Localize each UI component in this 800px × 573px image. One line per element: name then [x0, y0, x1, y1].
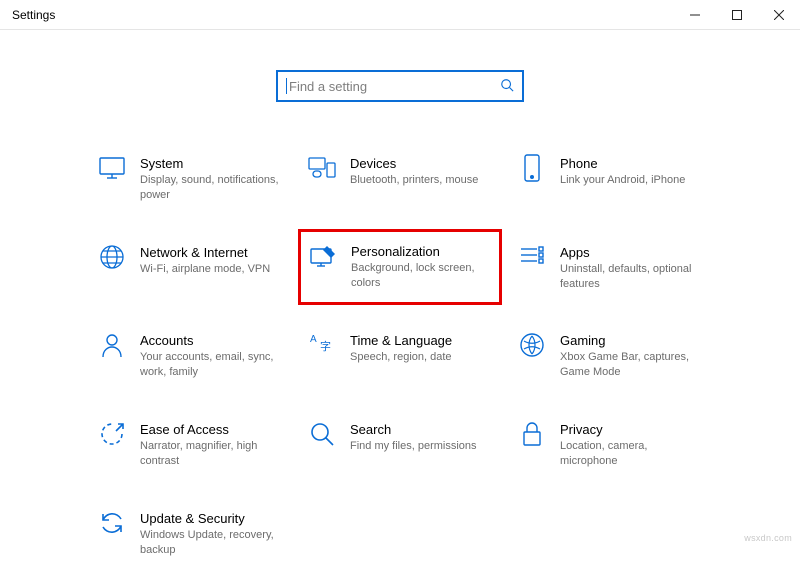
close-button[interactable] — [758, 0, 800, 29]
tile-title: Personalization — [351, 244, 491, 259]
tile-desc: Background, lock screen, colors — [351, 261, 491, 291]
footer-credit: wsxdn.com — [744, 533, 792, 543]
tile-network[interactable]: Network & Internet Wi-Fi, airplane mode,… — [90, 237, 290, 298]
tile-search[interactable]: Search Find my files, permissions — [300, 414, 500, 475]
tile-text: System Display, sound, notifications, po… — [140, 154, 282, 203]
tile-text: Privacy Location, camera, microphone — [560, 420, 702, 469]
search-category-icon — [308, 420, 336, 448]
tile-time-language[interactable]: A字 Time & Language Speech, region, date — [300, 325, 500, 386]
tile-title: Update & Security — [140, 511, 282, 526]
search-box[interactable] — [276, 70, 524, 102]
tile-title: System — [140, 156, 282, 171]
tile-desc: Windows Update, recovery, backup — [140, 528, 282, 558]
close-icon — [774, 10, 784, 20]
tile-title: Privacy — [560, 422, 702, 437]
minimize-icon — [690, 10, 700, 20]
privacy-icon — [518, 420, 546, 448]
titlebar: Settings — [0, 0, 800, 30]
tile-title: Devices — [350, 156, 492, 171]
tile-desc: Your accounts, email, sync, work, family — [140, 350, 282, 380]
ease-of-access-icon — [98, 420, 126, 448]
globe-icon — [98, 243, 126, 271]
system-icon — [98, 154, 126, 182]
maximize-icon — [732, 10, 742, 20]
tile-desc: Narrator, magnifier, high contrast — [140, 439, 282, 469]
tile-text: Network & Internet Wi-Fi, airplane mode,… — [140, 243, 282, 277]
tile-text: Personalization Background, lock screen,… — [351, 242, 491, 291]
minimize-button[interactable] — [674, 0, 716, 29]
tile-text: Search Find my files, permissions — [350, 420, 492, 454]
apps-icon — [518, 243, 546, 271]
tile-desc: Speech, region, date — [350, 350, 492, 365]
svg-text:A: A — [310, 334, 317, 345]
phone-icon — [518, 154, 546, 182]
devices-icon — [308, 154, 336, 182]
gaming-icon — [518, 331, 546, 359]
tile-desc: Find my files, permissions — [350, 439, 492, 454]
tile-text: Ease of Access Narrator, magnifier, high… — [140, 420, 282, 469]
tile-title: Phone — [560, 156, 702, 171]
tile-privacy[interactable]: Privacy Location, camera, microphone — [510, 414, 710, 475]
tile-text: Time & Language Speech, region, date — [350, 331, 492, 365]
tile-title: Ease of Access — [140, 422, 282, 437]
update-security-icon — [98, 509, 126, 537]
tile-phone[interactable]: Phone Link your Android, iPhone — [510, 148, 710, 209]
time-language-icon: A字 — [308, 331, 336, 359]
maximize-button[interactable] — [716, 0, 758, 29]
tile-title: Gaming — [560, 333, 702, 348]
tile-text: Devices Bluetooth, printers, mouse — [350, 154, 492, 188]
tile-personalization[interactable]: Personalization Background, lock screen,… — [298, 229, 502, 306]
tile-update-security[interactable]: Update & Security Windows Update, recove… — [90, 503, 290, 564]
tile-desc: Wi-Fi, airplane mode, VPN — [140, 262, 282, 277]
tile-title: Time & Language — [350, 333, 492, 348]
tile-gaming[interactable]: Gaming Xbox Game Bar, captures, Game Mod… — [510, 325, 710, 386]
tile-title: Accounts — [140, 333, 282, 348]
tile-desc: Link your Android, iPhone — [560, 173, 702, 188]
tile-title: Apps — [560, 245, 702, 260]
tile-desc: Display, sound, notifications, power — [140, 173, 282, 203]
window-title: Settings — [12, 8, 55, 22]
tile-ease-of-access[interactable]: Ease of Access Narrator, magnifier, high… — [90, 414, 290, 475]
content-area: System Display, sound, notifications, po… — [0, 30, 800, 573]
svg-text:字: 字 — [320, 339, 331, 353]
tile-title: Network & Internet — [140, 245, 282, 260]
tile-desc: Location, camera, microphone — [560, 439, 702, 469]
tile-devices[interactable]: Devices Bluetooth, printers, mouse — [300, 148, 500, 209]
accounts-icon — [98, 331, 126, 359]
tile-text: Phone Link your Android, iPhone — [560, 154, 702, 188]
search-icon — [500, 78, 514, 95]
tile-desc: Bluetooth, printers, mouse — [350, 173, 492, 188]
settings-grid: System Display, sound, notifications, po… — [60, 148, 740, 563]
tile-title: Search — [350, 422, 492, 437]
tile-system[interactable]: System Display, sound, notifications, po… — [90, 148, 290, 209]
tile-text: Update & Security Windows Update, recove… — [140, 509, 282, 558]
tile-text: Gaming Xbox Game Bar, captures, Game Mod… — [560, 331, 702, 380]
tile-text: Accounts Your accounts, email, sync, wor… — [140, 331, 282, 380]
search-wrap — [60, 70, 740, 102]
search-input[interactable] — [289, 79, 500, 94]
tile-apps[interactable]: Apps Uninstall, defaults, optional featu… — [510, 237, 710, 298]
tile-desc: Uninstall, defaults, optional features — [560, 262, 702, 292]
tile-text: Apps Uninstall, defaults, optional featu… — [560, 243, 702, 292]
text-cursor — [286, 78, 287, 94]
tile-accounts[interactable]: Accounts Your accounts, email, sync, wor… — [90, 325, 290, 386]
personalization-icon — [309, 242, 337, 270]
tile-desc: Xbox Game Bar, captures, Game Mode — [560, 350, 702, 380]
window-controls — [674, 0, 800, 29]
